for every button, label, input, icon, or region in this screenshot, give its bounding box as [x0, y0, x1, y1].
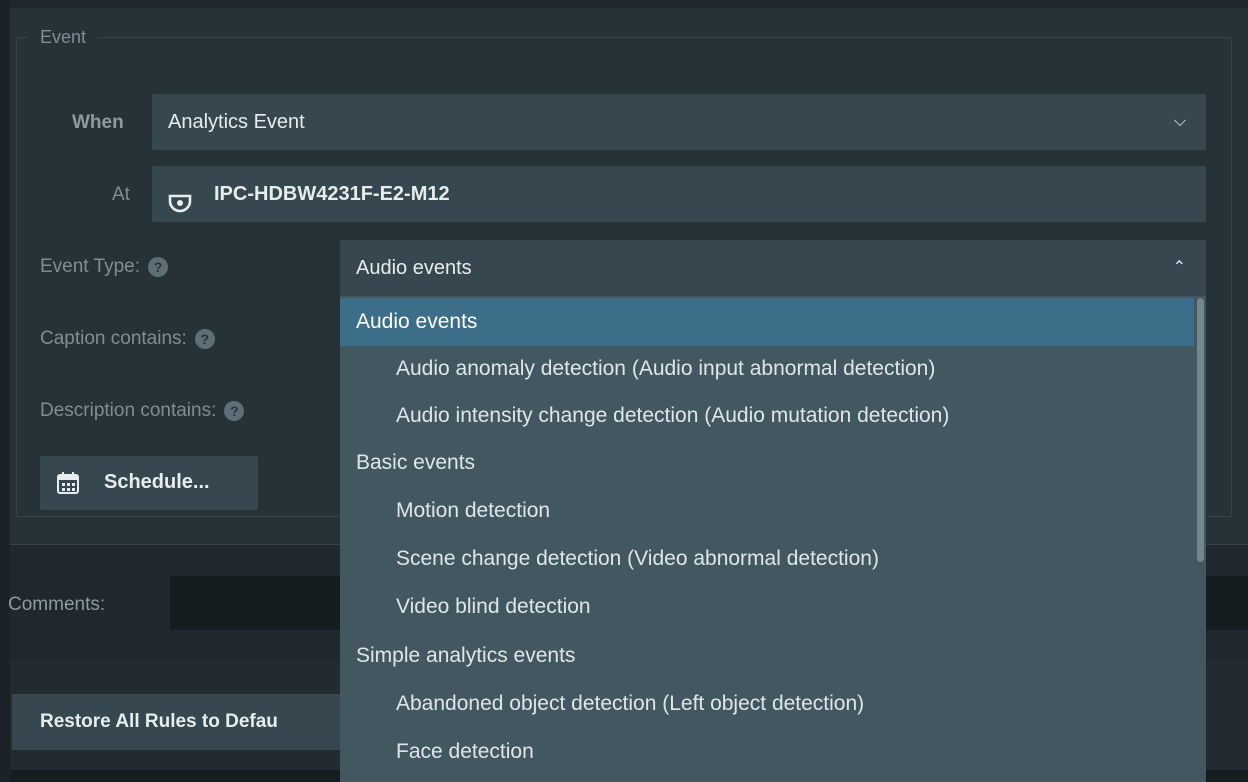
schedule-button[interactable]: Schedule... — [40, 456, 258, 510]
help-icon[interactable]: ? — [148, 256, 168, 277]
window-edge — [0, 0, 10, 782]
at-label: At — [112, 184, 130, 205]
dropdown-scrollbar[interactable] — [1197, 298, 1204, 562]
restore-all-rules-button[interactable]: Restore All Rules to Defau — [12, 694, 392, 750]
event-type-dropdown-list[interactable]: Audio events Audio anomaly detection (Au… — [340, 296, 1206, 782]
caption-contains-label-text: Caption contains: — [40, 328, 187, 349]
chevron-down-icon: ⌵ — [1173, 113, 1186, 130]
event-type-select-value: Audio events — [356, 257, 472, 279]
dropdown-item-abandoned-object[interactable]: Abandoned object detection (Left object … — [340, 680, 1194, 728]
dropdown-item-scene-change[interactable]: Scene change detection (Video abnormal d… — [340, 535, 1194, 583]
dropdown-item-audio-intensity[interactable]: Audio intensity change detection (Audio … — [340, 392, 1194, 440]
at-device-field[interactable]: IPC-HDBW4231F-E2-M12 — [152, 166, 1206, 222]
dropdown-item-face-detection[interactable]: Face detection — [340, 728, 1194, 776]
schedule-button-label: Schedule... — [104, 471, 210, 493]
event-type-label-text: Event Type: — [40, 256, 140, 277]
dropdown-item-video-blind[interactable]: Video blind detection — [340, 583, 1194, 631]
dome-camera-icon — [168, 182, 192, 213]
dropdown-item-simple-analytics[interactable]: Simple analytics events — [340, 632, 1194, 680]
event-groupbox-title: Event — [28, 28, 99, 46]
comments-label: Comments: — [8, 594, 106, 615]
when-select-value: Analytics Event — [168, 111, 305, 133]
dropdown-item-audio-events[interactable]: Audio events — [340, 298, 1194, 346]
at-device-value: IPC-HDBW4231F-E2-M12 — [214, 183, 450, 205]
calendar-icon — [56, 471, 80, 495]
caption-contains-label: Caption contains:? — [40, 328, 215, 350]
event-type-label: Event Type:? — [40, 256, 168, 278]
help-icon[interactable]: ? — [224, 400, 245, 421]
when-select[interactable]: Analytics Event ⌵ — [152, 94, 1206, 150]
description-contains-label: Description contains:? — [40, 400, 245, 422]
help-icon[interactable]: ? — [194, 328, 215, 349]
event-type-select[interactable]: Audio events ⌃ — [340, 240, 1206, 296]
chevron-up-icon: ⌃ — [1172, 259, 1186, 276]
dropdown-item-audio-anomaly[interactable]: Audio anomaly detection (Audio input abn… — [340, 345, 1194, 393]
when-label: When — [72, 112, 124, 133]
dropdown-item-basic-events[interactable]: Basic events — [340, 439, 1194, 487]
dropdown-item-motion-detection[interactable]: Motion detection — [340, 487, 1194, 535]
description-contains-label-text: Description contains: — [40, 400, 217, 421]
